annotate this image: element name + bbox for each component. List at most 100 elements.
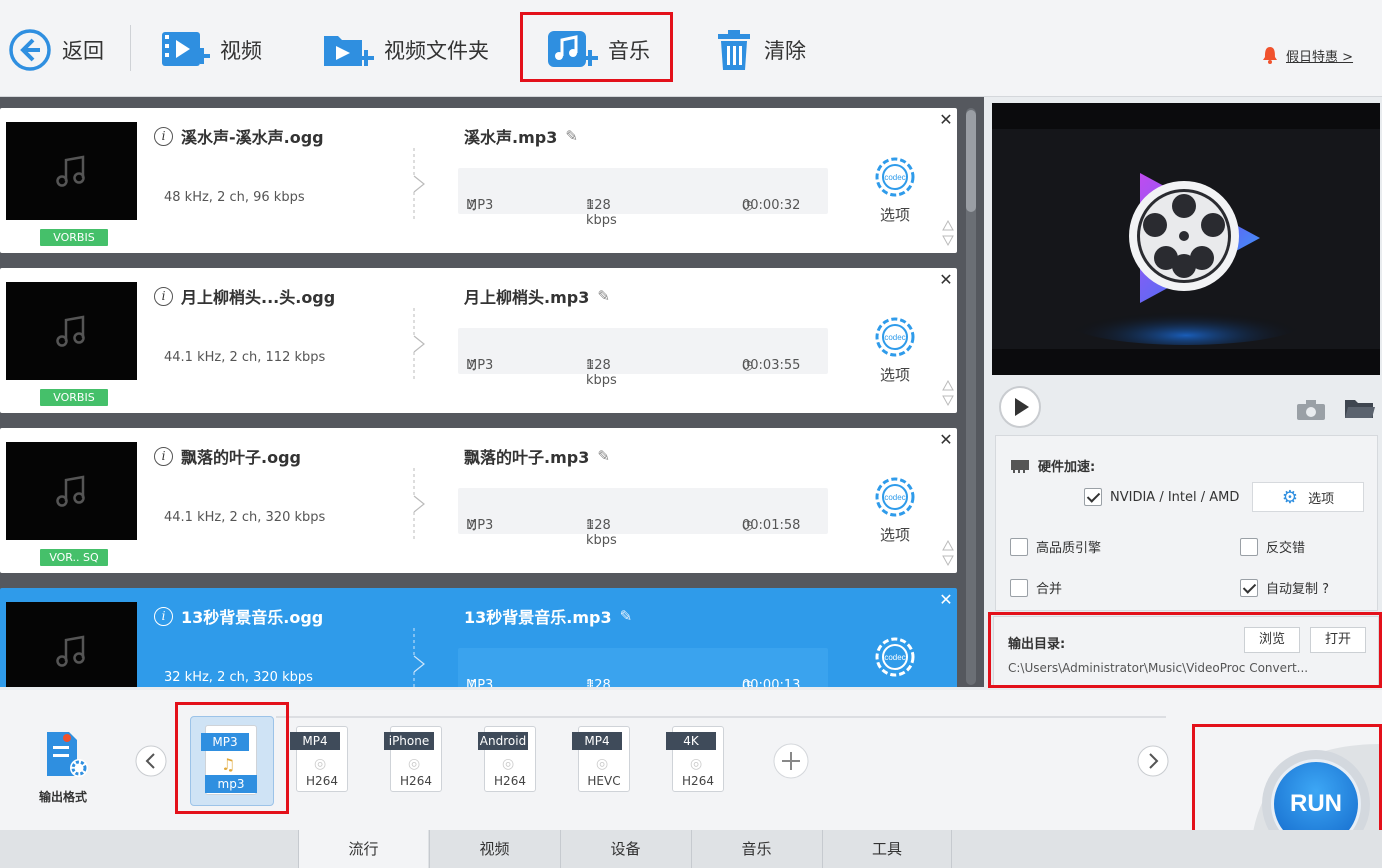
clear-button[interactable]: 清除	[714, 20, 806, 80]
output-path[interactable]: C:\Users\Administrator\Music\VideoProc C…	[1008, 661, 1308, 675]
music-note-icon	[55, 315, 85, 347]
pencil-icon[interactable]: ✎	[597, 447, 610, 465]
info-icon[interactable]: i	[154, 606, 173, 626]
music-add-icon	[548, 31, 598, 67]
reorder-arrows-icon[interactable]	[941, 378, 955, 408]
preview-controls	[992, 377, 1380, 429]
tab-tools[interactable]: 工具	[822, 830, 952, 868]
add-video-button[interactable]: 视频	[160, 20, 262, 80]
output-format-button[interactable]: 输出格式	[28, 730, 98, 806]
add-music-button[interactable]: 音乐	[546, 20, 650, 80]
output-bitrate: 128 kbps	[586, 358, 617, 388]
reorder-arrows-icon[interactable]	[941, 218, 955, 248]
info-icon[interactable]: i	[154, 286, 173, 306]
deinterlace-option[interactable]: 反交错	[1240, 537, 1305, 556]
codec-gear-icon[interactable]: codec	[870, 472, 920, 522]
output-filename[interactable]: 月上柳梢头.mp3 ✎	[464, 284, 610, 308]
tab-device[interactable]: 设备	[560, 830, 690, 868]
list-scrollbar[interactable]	[963, 108, 979, 685]
merge-option[interactable]: 合并	[1010, 578, 1062, 597]
close-icon[interactable]: ✕	[937, 110, 955, 129]
format-item-selected[interactable]: MP3 ♫ mp3	[190, 716, 274, 806]
format-sub: H264	[400, 774, 432, 788]
info-icon[interactable]: i	[154, 446, 173, 466]
format-item[interactable]: Android ◎ H264	[478, 726, 540, 794]
auto-copy-option[interactable]: 自动复制 ?	[1240, 578, 1329, 597]
codec-gear-icon[interactable]: codec	[870, 312, 920, 362]
format-item[interactable]: iPhone ◎ H264	[384, 726, 446, 794]
file-row[interactable]: VORBIS i 溪水声-溪水声.ogg 48 kHz, 2 ch, 96 kbp…	[0, 108, 957, 253]
hw-accel-checkbox[interactable]	[1084, 488, 1102, 506]
format-sub: H264	[306, 774, 338, 788]
camera-icon[interactable]	[1296, 399, 1326, 421]
codec-badge: VOR.. SQ	[40, 549, 108, 566]
output-filename[interactable]: 飘落的叶子.mp3 ✎	[464, 444, 610, 468]
pencil-icon[interactable]: ✎	[565, 127, 578, 145]
add-video-label: 视频	[220, 39, 262, 63]
toolbar: 返回 视频 视频文件夹 音乐 清除 假日特惠 >	[0, 0, 1382, 97]
add-video-folder-button[interactable]: 视频文件夹	[322, 20, 489, 80]
close-icon[interactable]: ✕	[937, 270, 955, 289]
auto-copy-checkbox[interactable]	[1240, 578, 1258, 597]
back-button[interactable]: 返回	[8, 20, 104, 80]
format-tag: MP4	[290, 732, 340, 750]
browse-button[interactable]: 浏览	[1244, 627, 1300, 653]
merge-checkbox[interactable]	[1010, 578, 1028, 597]
file-row-selected[interactable]: i 13秒背景音乐.ogg 32 kHz, 2 ch, 320 kbps 13秒背…	[0, 588, 957, 687]
codec-option-label[interactable]: 选项	[880, 364, 910, 385]
hw-options-button[interactable]: ⚙ 选项	[1252, 482, 1364, 512]
film-reel-icon: ◎	[408, 756, 421, 772]
output-format: MP3	[466, 518, 494, 533]
film-reel-icon: ◎	[690, 756, 703, 772]
format-sub: mp3	[205, 775, 257, 793]
output-filename[interactable]: 13秒背景音乐.mp3 ✎	[464, 604, 632, 628]
format-sub: HEVC	[587, 774, 621, 788]
file-row[interactable]: VOR.. SQ i 飘落的叶子.ogg 44.1 kHz, 2 ch, 320 …	[0, 428, 957, 573]
source-filename-text: 月上柳梢头...头.ogg	[181, 288, 336, 307]
chevron-left-icon[interactable]	[134, 744, 168, 778]
toolbar-divider	[130, 25, 131, 71]
add-format-icon[interactable]	[772, 742, 810, 780]
tab-popular[interactable]: 流行	[298, 830, 428, 868]
open-folder-icon[interactable]	[1344, 397, 1376, 421]
tab-video[interactable]: 视频	[429, 830, 559, 868]
play-icon[interactable]	[998, 385, 1042, 429]
film-add-icon	[162, 32, 210, 66]
open-button[interactable]: 打开	[1310, 627, 1366, 653]
chevron-right-nav-icon[interactable]	[1136, 744, 1170, 778]
codec-gear-icon[interactable]: codec	[870, 152, 920, 202]
close-icon[interactable]: ✕	[937, 430, 955, 449]
format-audio-icon: ♫	[221, 755, 236, 774]
format-sub: H264	[682, 774, 714, 788]
film-reel-icon: ◎	[502, 756, 515, 772]
format-item[interactable]: MP4 ◎ HEVC	[572, 726, 634, 794]
output-format: MP3	[466, 358, 494, 373]
codec-badge: VORBIS	[40, 389, 108, 406]
tab-music[interactable]: 音乐	[691, 830, 821, 868]
source-filename: i 溪水声-溪水声.ogg	[154, 124, 324, 148]
codec-option-label[interactable]: 选项	[880, 524, 910, 545]
output-format: MP3	[466, 678, 494, 687]
settings-panel: 硬件加速: NVIDIA / Intel / AMD ⚙ 选项 高品质引擎 反交…	[995, 435, 1378, 611]
info-icon[interactable]: i	[154, 126, 173, 146]
pencil-icon[interactable]: ✎	[597, 287, 610, 305]
format-tag: MP3	[201, 733, 249, 751]
codec-option-label[interactable]: 选项	[880, 204, 910, 225]
hw-accel-option[interactable]: NVIDIA / Intel / AMD	[1084, 488, 1239, 506]
promo-link[interactable]: 假日特惠 >	[1262, 45, 1353, 65]
svg-text:codec: codec	[884, 333, 905, 342]
file-row[interactable]: VORBIS i 月上柳梢头...头.ogg 44.1 kHz, 2 ch, 11…	[0, 268, 957, 413]
reorder-arrows-icon[interactable]	[941, 538, 955, 568]
output-filename[interactable]: 溪水声.mp3 ✎	[464, 124, 578, 148]
deinterlace-checkbox[interactable]	[1240, 537, 1258, 556]
pencil-icon[interactable]: ✎	[620, 607, 633, 625]
hw-accel-title: 硬件加速:	[1010, 456, 1095, 475]
hw-options-label: 选项	[1308, 491, 1335, 507]
category-tabs: 流行 视频 设备 音乐 工具	[0, 830, 1382, 868]
format-item[interactable]: MP4 ◎ H264	[290, 726, 352, 794]
hq-engine-option[interactable]: 高品质引擎	[1010, 537, 1101, 556]
hq-engine-checkbox[interactable]	[1010, 537, 1028, 556]
codec-gear-icon[interactable]: codec	[870, 632, 920, 682]
format-item[interactable]: 4K ◎ H264	[666, 726, 728, 794]
close-icon[interactable]: ✕	[937, 590, 955, 609]
